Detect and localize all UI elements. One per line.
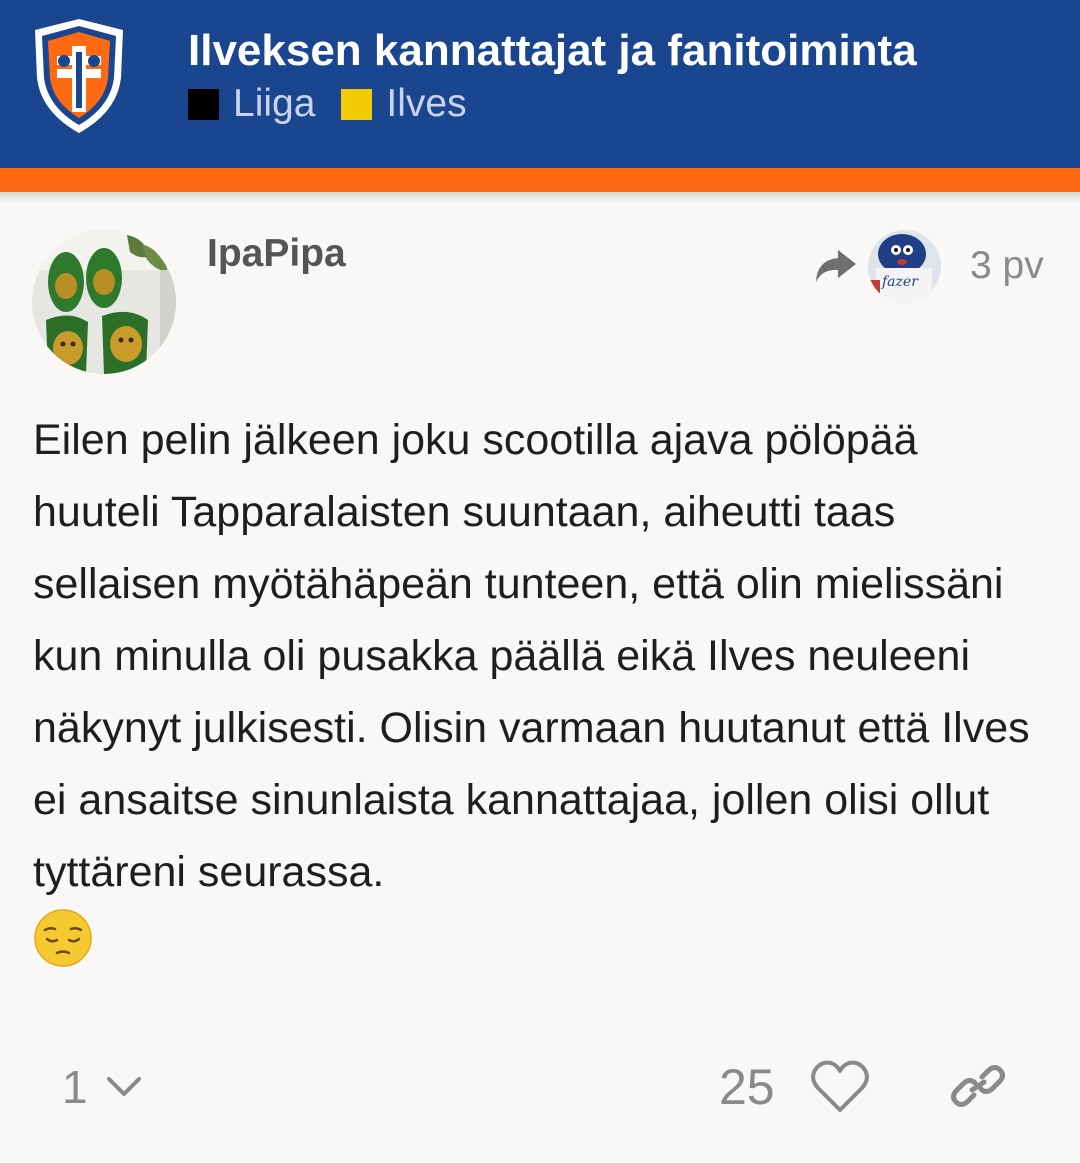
tag-label: Liiga [233,82,316,125]
header-accent-stripe [0,168,1080,192]
tag-label: Ilves [386,82,467,125]
post-text-content: Eilen pelin jälkeen joku scootilla ajava… [33,416,1030,896]
pensive-face-emoji [34,909,92,967]
post-text: Eilen pelin jälkeen joku scootilla ajava… [33,404,1053,908]
ilves-logo-icon[interactable] [30,16,128,136]
post-username[interactable]: IpaPipa [207,232,346,276]
post-body: Eilen pelin jälkeen joku scootilla ajava… [33,404,1053,980]
user-avatar[interactable] [32,230,176,374]
category-tags: Liiga Ilves [188,82,493,126]
replies-count: 1 [62,1061,88,1113]
link-icon[interactable] [950,1064,1006,1108]
reply-arrow-icon[interactable] [812,246,858,286]
likes-count[interactable]: 25 [719,1058,775,1116]
tag-color-square [341,88,373,120]
heart-icon[interactable] [810,1060,870,1114]
replies-toggle[interactable]: 1 [62,1060,142,1114]
reply-to-avatar[interactable]: fazer [868,230,941,303]
tag-ilves[interactable]: Ilves [341,82,467,126]
tag-liiga[interactable]: Liiga [188,82,315,126]
category-title[interactable]: Ilveksen kannattajat ja fanitoiminta [188,26,917,76]
header-shadow [0,192,1080,202]
chevron-down-icon [106,1077,141,1096]
category-header: Ilveksen kannattajat ja fanitoiminta Lii… [0,0,1080,168]
post-age[interactable]: 3 pv [970,244,1044,288]
tag-color-square [188,88,219,120]
svg-text:fazer: fazer [881,274,919,290]
